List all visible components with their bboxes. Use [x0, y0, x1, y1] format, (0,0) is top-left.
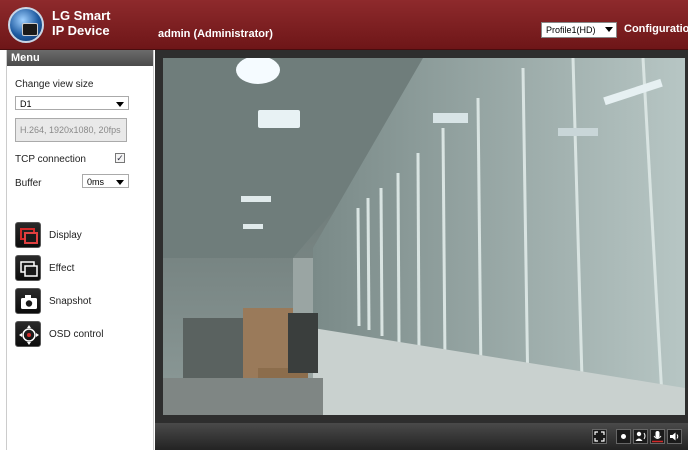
tcp-checkbox[interactable]: ✓: [115, 153, 125, 163]
osd-control-icon: [15, 321, 41, 347]
user-label: admin (Administrator): [158, 28, 273, 40]
view-size-select[interactable]: D1: [15, 96, 129, 110]
display-button[interactable]: Display: [15, 222, 155, 250]
display-label: Display: [49, 230, 82, 241]
video-control-bar: [155, 423, 688, 450]
record-icon[interactable]: [616, 429, 631, 444]
snapshot-button[interactable]: Snapshot: [15, 288, 155, 316]
tcp-label: TCP connection: [15, 154, 86, 165]
effect-label: Effect: [49, 263, 75, 274]
app-header: LG Smart IP Device admin (Administrator)…: [0, 0, 688, 50]
effect-icon: [15, 255, 41, 281]
chevron-down-icon: [116, 102, 124, 107]
brand-line1: LG Smart: [52, 8, 111, 23]
profile-select-value: Profile1(HD): [546, 25, 596, 35]
camera-icon: [15, 288, 41, 314]
microphone-icon[interactable]: [650, 429, 665, 444]
osd-control-label: OSD control: [49, 329, 104, 340]
osd-control-button[interactable]: OSD control: [15, 321, 155, 349]
brand-line2: IP Device: [52, 23, 110, 38]
talk-icon[interactable]: [633, 429, 648, 444]
codec-info-field: H.264, 1920x1080, 20fps: [15, 118, 127, 142]
chevron-down-icon: [605, 27, 613, 32]
speaker-icon[interactable]: [667, 429, 682, 444]
profile-select[interactable]: Profile1(HD): [541, 22, 617, 38]
buffer-select[interactable]: 0ms: [82, 174, 129, 188]
view-size-label: Change view size: [15, 79, 94, 90]
live-video-view[interactable]: [163, 58, 685, 415]
sidebar: Menu Change view size D1 H.264, 1920x108…: [6, 50, 154, 450]
menu-title: Menu: [7, 50, 153, 66]
buffer-label: Buffer: [15, 178, 42, 189]
lg-camera-logo-icon: [8, 7, 44, 43]
display-icon: [15, 222, 41, 248]
office-camera-scene: [163, 58, 685, 415]
view-size-value: D1: [20, 99, 32, 109]
video-panel: [155, 50, 688, 450]
configuration-link[interactable]: Configuration: [624, 23, 688, 35]
chevron-down-icon: [116, 180, 124, 185]
fullscreen-icon[interactable]: [592, 429, 607, 444]
brand-title: LG Smart IP Device: [52, 8, 111, 38]
effect-button[interactable]: Effect: [15, 255, 155, 283]
snapshot-label: Snapshot: [49, 296, 92, 307]
buffer-value: 0ms: [87, 177, 105, 187]
